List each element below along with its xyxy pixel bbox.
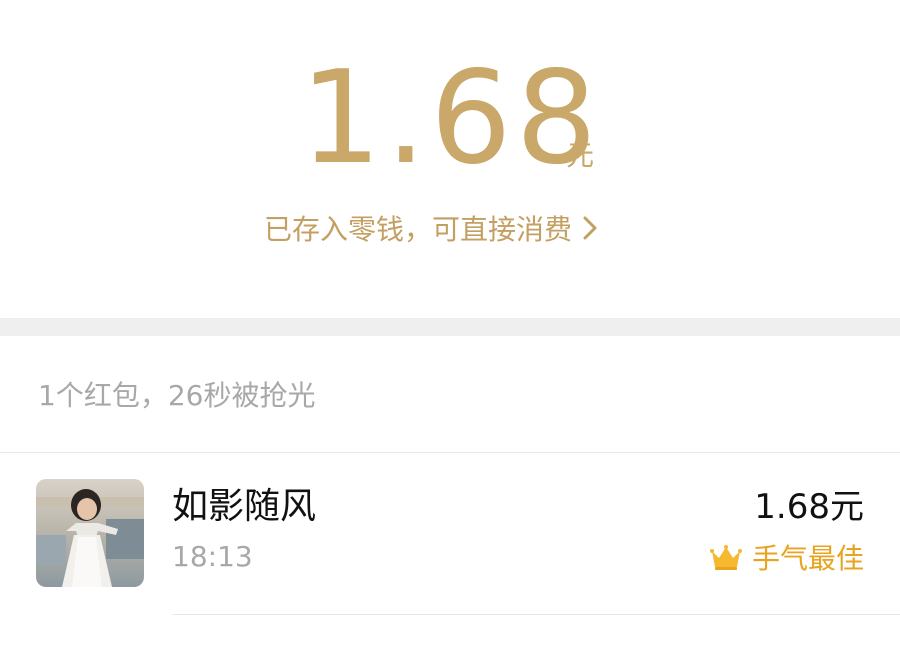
amount-section: 1.68 元 已存入零钱，可直接消费 (0, 0, 900, 318)
avatar[interactable] (36, 479, 144, 587)
grab-time: 18:13 (172, 540, 253, 573)
crown-icon (709, 545, 742, 570)
best-luck-badge: 手气最佳 (709, 537, 864, 577)
red-packet-detail-page: 1.68 元 已存入零钱，可直接消费 1个红包，26秒被抢光 如影随风 18:1… (0, 0, 900, 656)
wallet-link[interactable]: 已存入零钱，可直接消费 (264, 206, 600, 250)
member-name: 如影随风 (172, 486, 317, 527)
section-separator (0, 318, 900, 336)
deposit-note: 已存入零钱，可直接消费 (264, 213, 573, 246)
received-amount: 1.68 (300, 44, 601, 193)
user-avatar-photo (36, 479, 144, 587)
chevron-right-icon (583, 216, 597, 240)
amount-unit: 元 (566, 139, 595, 172)
list-divider (172, 614, 900, 615)
packet-summary: 1个红包，26秒被抢光 (38, 379, 316, 412)
list-item[interactable]: 如影随风 18:13 1.68元 手气最佳 (0, 453, 900, 613)
member-amount: 1.68元 (754, 487, 864, 527)
best-luck-label: 手气最佳 (751, 542, 864, 575)
